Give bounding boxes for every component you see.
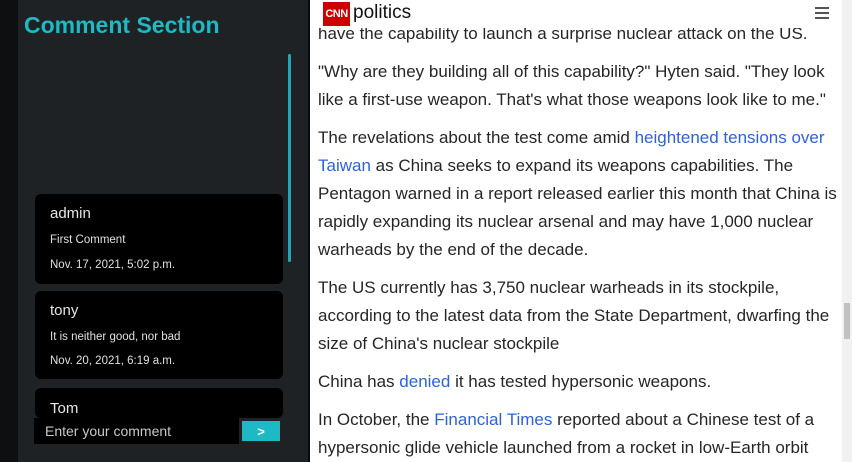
paragraph-text: The revelations about the test come amid — [318, 128, 635, 147]
financial-times-link[interactable]: Financial Times — [434, 410, 552, 429]
comment-date: Nov. 20, 2021, 6:19 a.m. — [50, 355, 176, 367]
paragraph-text: it has tested hypersonic weapons. — [450, 372, 712, 391]
article-paragraph: The revelations about the test come amid… — [318, 124, 838, 264]
comment-input[interactable] — [34, 418, 239, 444]
hamburger-menu-icon[interactable] — [815, 7, 829, 19]
comment-input-bar — [18, 448, 308, 462]
comment-section-title: Comment Section — [24, 12, 220, 38]
comment-panel-scrollbar[interactable] — [288, 54, 294, 262]
page-scrollbar[interactable] — [842, 0, 852, 462]
comment-card: tony It is neither good, nor bad Nov. 20… — [35, 291, 283, 379]
comment-panel-scroll-thumb[interactable] — [288, 54, 291, 262]
denied-link[interactable]: denied — [399, 372, 450, 391]
cnn-logo[interactable]: CNN — [323, 2, 350, 26]
article-paragraph: "Why are they building all of this capab… — [318, 62, 826, 109]
site-section-title[interactable]: politics — [353, 2, 411, 24]
left-edge-strip — [0, 0, 18, 462]
send-comment-button[interactable]: > — [242, 421, 280, 441]
comment-card: Tom — [35, 388, 283, 418]
comment-author: tony — [50, 302, 79, 319]
paragraph-text: In October, the — [318, 410, 435, 429]
article-paragraph: In October, the Financial Times reported… — [318, 406, 838, 462]
comment-author: admin — [50, 205, 91, 222]
comment-author: Tom — [50, 400, 79, 417]
page-scroll-thumb[interactable] — [844, 303, 850, 339]
article-body: have the capability to launch a surprise… — [318, 20, 838, 462]
site-header: CNN politics — [310, 0, 852, 28]
article-paragraph: The US currently has 3,750 nuclear warhe… — [318, 278, 830, 353]
comment-card: admin First Comment Nov. 17, 2021, 5:02 … — [35, 194, 283, 284]
paragraph-text: China has — [318, 372, 400, 391]
comment-text: It is neither good, nor bad — [50, 331, 181, 343]
article-paragraph: China has denied it has tested hypersoni… — [318, 368, 838, 396]
paragraph-text: as China seeks to expand its weapons cap… — [318, 156, 837, 259]
article-content: have the capability to launch a surprise… — [310, 0, 842, 462]
comment-date: Nov. 17, 2021, 5:02 p.m. — [50, 259, 176, 271]
comment-text: First Comment — [50, 234, 126, 246]
